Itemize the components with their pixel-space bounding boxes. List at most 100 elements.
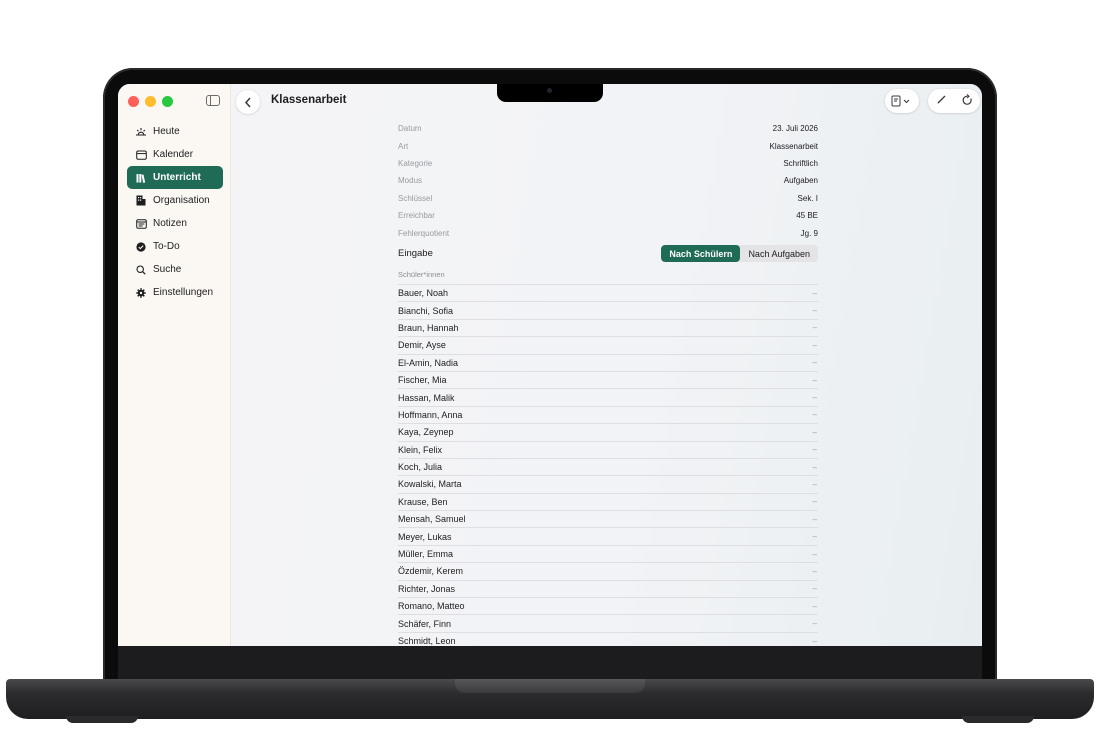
main-content: Klassenarbeit Datum 23. Juli 2026 Art Kl… bbox=[231, 84, 982, 646]
list-item[interactable]: Kaya, Zeynep – bbox=[398, 423, 818, 440]
student-name: Romano, Matteo bbox=[398, 601, 465, 612]
minimize-window-button[interactable] bbox=[145, 96, 156, 107]
list-item[interactable]: Kowalski, Marta – bbox=[398, 475, 818, 492]
sidebar-nav: Heute Kalender Unterricht Organisation N… bbox=[127, 120, 223, 304]
detail-row-modus: Modus Aufgaben bbox=[398, 172, 818, 189]
list-item[interactable]: Mensah, Samuel – bbox=[398, 510, 818, 527]
sidebar-item-label: To-Do bbox=[153, 241, 180, 252]
calendar-icon bbox=[135, 149, 147, 161]
sidebar-item-kalender[interactable]: Kalender bbox=[127, 143, 223, 166]
sidebar-item-heute[interactable]: Heute bbox=[127, 120, 223, 143]
sidebar-item-unterricht[interactable]: Unterricht bbox=[127, 166, 223, 189]
student-name: Meyer, Lukas bbox=[398, 531, 452, 542]
student-name: Kowalski, Marta bbox=[398, 479, 462, 490]
student-score: – bbox=[812, 375, 817, 385]
list-item[interactable]: Krause, Ben – bbox=[398, 492, 818, 510]
student-score: – bbox=[812, 601, 817, 611]
students-section-header: Schüler*innen bbox=[398, 270, 445, 279]
student-score: – bbox=[812, 393, 817, 403]
sidebar-item-organisation[interactable]: Organisation bbox=[127, 189, 223, 212]
student-score: – bbox=[812, 636, 817, 646]
sidebar-item-label: Unterricht bbox=[153, 172, 201, 183]
input-mode-row: Eingabe Nach Schülern Nach Aufgaben bbox=[398, 244, 818, 263]
list-item[interactable]: Meyer, Lukas – bbox=[398, 527, 818, 544]
edit-button[interactable] bbox=[936, 94, 947, 108]
camera-notch bbox=[497, 84, 603, 102]
student-name: Koch, Julia bbox=[398, 462, 443, 473]
list-item[interactable]: El-Amin, Nadia – bbox=[398, 353, 818, 371]
sidebar-item-label: Suche bbox=[153, 264, 182, 275]
student-score: – bbox=[812, 323, 817, 333]
student-score: – bbox=[812, 427, 817, 437]
back-button[interactable] bbox=[236, 90, 260, 114]
student-score: – bbox=[812, 479, 817, 489]
detail-row-schluessel: Schlüssel Sek. I bbox=[398, 190, 818, 207]
detail-value: 23. Juli 2026 bbox=[772, 124, 818, 134]
sidebar-item-suche[interactable]: Suche bbox=[127, 258, 223, 281]
laptop-foot-right bbox=[962, 716, 1034, 723]
list-item[interactable]: Koch, Julia – bbox=[398, 457, 818, 475]
refresh-button[interactable] bbox=[962, 93, 973, 109]
detail-value: Sek. I bbox=[797, 193, 818, 203]
list-item[interactable]: Müller, Emma – bbox=[398, 544, 818, 562]
books-icon bbox=[135, 172, 147, 184]
list-item[interactable]: Hassan, Malik – bbox=[398, 388, 818, 405]
detail-key: Datum bbox=[398, 124, 422, 134]
student-name: Mensah, Samuel bbox=[398, 514, 466, 525]
student-score: – bbox=[812, 514, 817, 524]
detail-value: Schriftlich bbox=[783, 158, 818, 168]
student-name: Kaya, Zeynep bbox=[398, 427, 454, 438]
segment-nach-aufgaben[interactable]: Nach Aufgaben bbox=[740, 245, 818, 262]
student-score: – bbox=[812, 288, 817, 298]
exam-details: Datum 23. Juli 2026 Art Klassenarbeit Ka… bbox=[398, 120, 818, 242]
student-name: Özdemir, Kerem bbox=[398, 566, 464, 577]
student-score: – bbox=[812, 306, 817, 316]
sidebar-item-todo[interactable]: To-Do bbox=[127, 235, 223, 258]
detail-row-fehlerquotient: Fehlerquotient Jg. 9 bbox=[398, 224, 818, 241]
laptop-foot-left bbox=[66, 716, 138, 723]
sidebar-item-notizen[interactable]: Notizen bbox=[127, 212, 223, 235]
sunrise-icon bbox=[135, 126, 147, 138]
list-item[interactable]: Demir, Ayse – bbox=[398, 336, 818, 353]
document-menu-button[interactable] bbox=[885, 89, 919, 113]
sidebar-item-einstellungen[interactable]: Einstellungen bbox=[127, 281, 223, 304]
sidebar-item-label: Kalender bbox=[153, 149, 194, 160]
notes-icon bbox=[135, 218, 147, 230]
list-item[interactable]: Schmidt, Leon – bbox=[398, 631, 818, 646]
camera-icon bbox=[547, 88, 552, 93]
student-score: – bbox=[812, 410, 817, 420]
sidebar-toggle-icon[interactable] bbox=[206, 95, 220, 106]
list-item[interactable]: Schäfer, Finn – bbox=[398, 614, 818, 631]
list-item[interactable]: Özdemir, Kerem – bbox=[398, 562, 818, 579]
segment-nach-schuelern[interactable]: Nach Schülern bbox=[661, 245, 741, 262]
detail-key: Fehlerquotient bbox=[398, 228, 450, 238]
student-name: El-Amin, Nadia bbox=[398, 357, 459, 368]
app-window: Heute Kalender Unterricht Organisation N… bbox=[118, 84, 982, 646]
student-name: Klein, Felix bbox=[398, 444, 443, 455]
list-item[interactable]: Braun, Hannah – bbox=[398, 318, 818, 336]
detail-key: Erreichbar bbox=[398, 211, 435, 221]
gear-icon bbox=[135, 287, 147, 299]
detail-key: Modus bbox=[398, 176, 423, 186]
student-score: – bbox=[812, 532, 817, 542]
list-item[interactable]: Fischer, Mia – bbox=[398, 370, 818, 388]
pencil-icon bbox=[937, 95, 945, 104]
building-icon bbox=[135, 195, 147, 207]
list-item[interactable]: Richter, Jonas – bbox=[398, 579, 818, 597]
list-item[interactable]: Hoffmann, Anna – bbox=[398, 405, 818, 423]
list-item[interactable]: Bauer, Noah – bbox=[398, 284, 818, 301]
list-item[interactable]: Romano, Matteo – bbox=[398, 597, 818, 614]
input-mode-label: Eingabe bbox=[398, 248, 433, 259]
zoom-window-button[interactable] bbox=[162, 96, 173, 107]
sidebar-item-label: Einstellungen bbox=[153, 287, 214, 298]
student-name: Müller, Emma bbox=[398, 549, 454, 560]
detail-row-kategorie: Kategorie Schriftlich bbox=[398, 155, 818, 172]
list-item[interactable]: Klein, Felix – bbox=[398, 440, 818, 458]
sidebar-item-label: Organisation bbox=[153, 195, 210, 206]
detail-key: Kategorie bbox=[398, 158, 433, 168]
laptop-opening-notch bbox=[455, 679, 645, 693]
student-score: – bbox=[812, 340, 817, 350]
close-window-button[interactable] bbox=[128, 96, 139, 107]
detail-key: Art bbox=[398, 141, 409, 151]
list-item[interactable]: Bianchi, Sofia – bbox=[398, 301, 818, 318]
